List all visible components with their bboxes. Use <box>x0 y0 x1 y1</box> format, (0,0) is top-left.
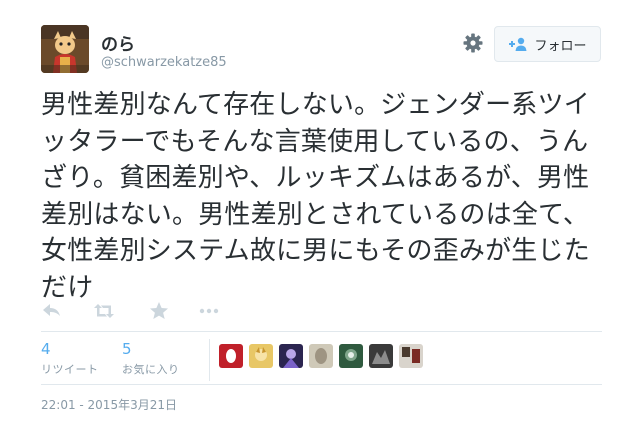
favoriter-avatar[interactable] <box>249 344 273 368</box>
favorite-count: 5 <box>122 340 132 358</box>
more-icon[interactable] <box>198 301 220 321</box>
favoriter-avatar[interactable] <box>279 344 303 368</box>
favoriter-avatars <box>219 344 423 368</box>
stats-divider <box>209 339 210 381</box>
retweet-count: 4 <box>41 340 51 358</box>
favoriter-avatar[interactable] <box>309 344 333 368</box>
tweet-timestamp[interactable]: 22:01 - 2015年3月21日 <box>41 396 177 413</box>
avatar[interactable] <box>41 25 89 73</box>
tweet-card: のら @schwarzekatze85 フォロー 男性差別なんて存在しない。ジェ… <box>0 0 643 447</box>
favoriter-avatar[interactable] <box>339 344 363 368</box>
retweet-icon[interactable] <box>93 301 115 321</box>
gear-icon[interactable] <box>462 32 484 54</box>
user-handle[interactable]: @schwarzekatze85 <box>101 55 227 70</box>
divider <box>41 331 602 332</box>
favoriter-avatar[interactable] <box>219 344 243 368</box>
add-user-icon <box>508 36 528 52</box>
retweet-stat[interactable]: 4 リツイート <box>41 340 99 377</box>
favorite-stat[interactable]: 5 お気に入り <box>122 340 180 377</box>
follow-button[interactable]: フォロー <box>494 26 601 62</box>
user-name[interactable]: のら <box>101 30 135 55</box>
favoriter-avatar[interactable] <box>369 344 393 368</box>
tweet-text: 男性差別なんて存在しない。ジェンダー系ツイッタラーでもそんな言葉使用しているの、… <box>41 90 590 303</box>
favorite-label: お気に入り <box>122 363 180 376</box>
favoriter-avatar[interactable] <box>399 344 423 368</box>
divider <box>41 384 602 385</box>
follow-label: フォロー <box>534 38 587 54</box>
favorite-icon[interactable] <box>148 301 170 321</box>
retweet-label: リツイート <box>41 363 99 376</box>
reply-icon[interactable] <box>41 301 63 321</box>
